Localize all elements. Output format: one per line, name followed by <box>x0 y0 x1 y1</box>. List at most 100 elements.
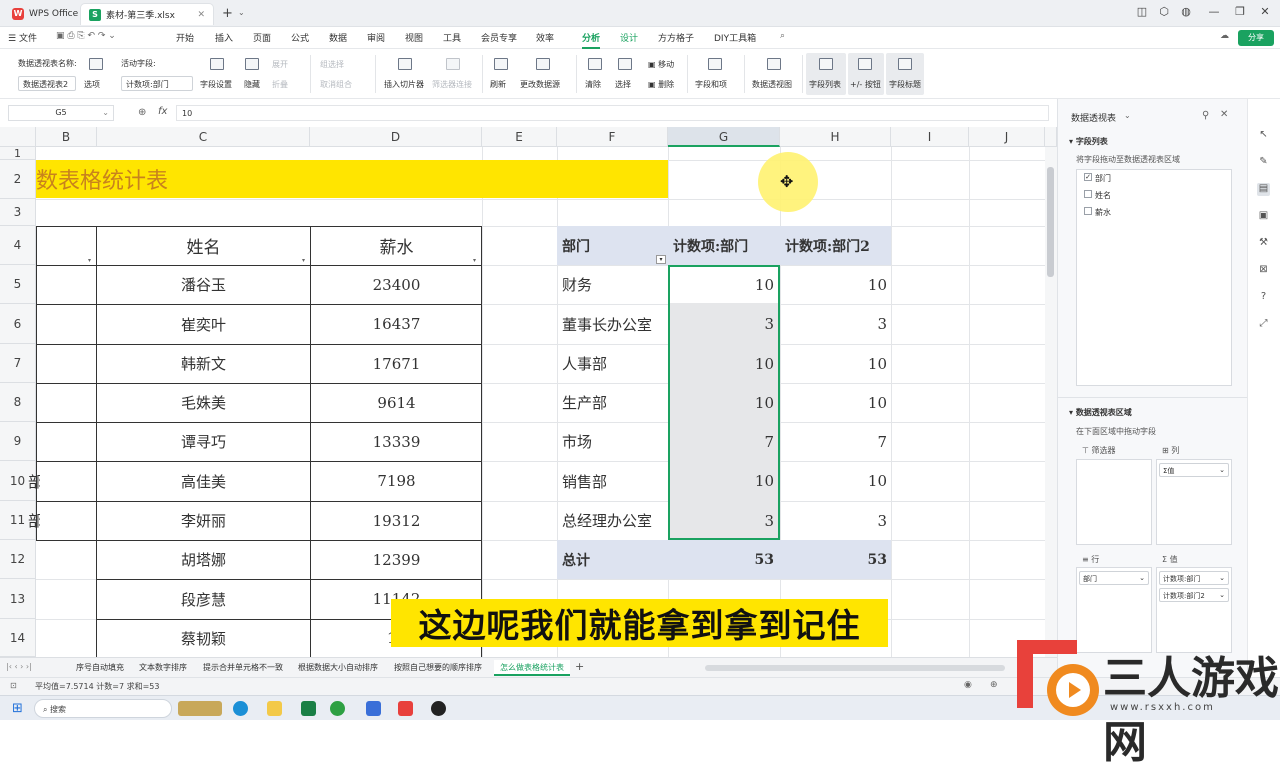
add-sheet-button[interactable]: + <box>575 660 584 673</box>
fields-items-button[interactable]: 字段和项 <box>695 79 727 90</box>
fields-items-icon[interactable] <box>708 58 722 70</box>
cursor-icon[interactable]: ↖ <box>1257 129 1270 142</box>
plus-minus-icon[interactable] <box>858 58 872 70</box>
pivot-row-count2[interactable]: 10 <box>780 344 891 383</box>
filter-dropdown-icon[interactable]: ▾ <box>473 257 476 264</box>
row-header-2[interactable]: 2 <box>0 160 36 199</box>
name-cell[interactable]: 高佳美 <box>97 461 310 501</box>
layout-icon[interactable]: ◫ <box>1133 5 1151 21</box>
pivot-row-count2[interactable]: 10 <box>780 461 891 501</box>
hide-button[interactable]: 隐藏 <box>244 79 260 90</box>
pivot-header-count2[interactable]: 计数项:部门2 <box>780 226 891 265</box>
name-cell[interactable]: 谭寻巧 <box>97 422 310 461</box>
salary-cell[interactable]: 7198 <box>311 461 482 501</box>
menu-file[interactable]: ☰ 文件 <box>8 31 37 44</box>
pane-title-chevron-icon[interactable]: ⌄ <box>1124 111 1131 120</box>
pivot-row-count2[interactable]: 7 <box>780 422 891 461</box>
pivot-pane-icon[interactable]: ▤ <box>1257 183 1270 196</box>
sheet-tab[interactable]: 按照自己想要的顺序排序 <box>388 660 488 676</box>
refresh-button[interactable]: 刷新 <box>490 79 506 90</box>
menu-item-data[interactable]: 数据 <box>329 31 347 44</box>
search-icon[interactable]: ⌕ <box>780 31 785 41</box>
pivot-row-count2[interactable]: 3 <box>780 304 891 344</box>
select-button[interactable]: 选择 <box>615 79 631 90</box>
file-explorer-icon[interactable] <box>267 701 282 716</box>
recorder-icon[interactable] <box>431 701 446 716</box>
menu-item-view[interactable]: 视图 <box>405 31 423 44</box>
row-header-7[interactable]: 7 <box>0 344 36 383</box>
menu-item-fangfang[interactable]: 方方格子 <box>658 31 694 44</box>
name-cell[interactable]: 段彦慧 <box>97 579 310 619</box>
col-header-f[interactable]: F <box>557 127 668 147</box>
sheet-title[interactable]: 数表格统计表 <box>36 160 436 198</box>
app-icon[interactable] <box>330 701 345 716</box>
menu-item-analyze[interactable]: 分析 <box>582 31 601 49</box>
expand-panel-icon[interactable]: ⤢ <box>1257 318 1270 331</box>
pin-icon[interactable]: ⚲ <box>1202 110 1209 121</box>
formula-input[interactable]: 10 <box>176 105 1049 121</box>
pivot-row-dept[interactable]: 董事长办公室 <box>557 304 668 344</box>
horizontal-scrollbar-thumb[interactable] <box>705 665 1005 671</box>
menu-item-review[interactable]: 审阅 <box>367 31 385 44</box>
dept-cell-fragment[interactable]: 部 <box>28 501 40 540</box>
field-settings-icon[interactable] <box>210 58 224 70</box>
pivot-total-label[interactable]: 总计 <box>557 540 668 579</box>
pivot-filter-dropdown-icon[interactable]: ▾ <box>656 255 666 264</box>
share-panel-icon[interactable]: ⊠ <box>1257 264 1270 277</box>
clear-icon[interactable] <box>588 58 602 70</box>
hide-icon[interactable] <box>245 58 259 70</box>
select-icon[interactable] <box>618 58 632 70</box>
col-header-d[interactable]: D <box>310 127 482 147</box>
header-name[interactable]: 姓名 <box>97 226 310 265</box>
pivot-header-dept[interactable]: 部门 <box>557 226 668 265</box>
collapse-button[interactable]: 折叠 <box>272 79 288 90</box>
name-cell[interactable]: 韩新文 <box>97 344 310 383</box>
pivot-total-count1[interactable]: 53 <box>668 540 778 579</box>
field-settings-button[interactable]: 字段设置 <box>200 79 232 90</box>
quick-access-icons[interactable]: ▣ ⎙ ⎘ ↶ ↷ ⌄ <box>56 31 116 41</box>
fx-icon[interactable]: fx <box>158 106 167 117</box>
salary-cell[interactable]: 13339 <box>311 422 482 461</box>
menu-item-home[interactable]: 开始 <box>176 31 194 44</box>
rows-area-item[interactable]: 部门 ⌄ <box>1079 571 1149 585</box>
share-button[interactable]: 分享 <box>1238 30 1274 46</box>
col-header-e[interactable]: E <box>482 127 557 147</box>
change-source-icon[interactable] <box>536 58 550 70</box>
group-select-button[interactable]: 组选择 <box>320 59 344 70</box>
expand-button[interactable]: 展开 <box>272 59 288 70</box>
row-header-5[interactable]: 5 <box>0 265 36 304</box>
pivot-row-count1[interactable]: 10 <box>668 383 778 422</box>
refresh-icon[interactable] <box>494 58 508 70</box>
cloud-icon[interactable]: ☁ <box>1220 31 1229 41</box>
tab-wps-office[interactable]: W WPS Office <box>4 3 86 25</box>
pane-close-icon[interactable]: ✕ <box>1220 109 1228 120</box>
taskbar-search[interactable]: ⌕ 搜索 <box>34 699 172 718</box>
minimize-icon[interactable]: — <box>1205 5 1223 21</box>
row-header-8[interactable]: 8 <box>0 383 36 422</box>
name-cell[interactable]: 胡塔娜 <box>97 540 310 579</box>
macro-icon[interactable]: ⊡ <box>10 681 17 690</box>
options-icon[interactable] <box>89 58 103 70</box>
sheet-tab[interactable]: 序号自动填充 <box>70 660 130 676</box>
row-header-4[interactable]: 4 <box>0 226 36 265</box>
salary-cell[interactable]: 16437 <box>311 304 482 344</box>
row-header-3[interactable]: 3 <box>0 199 36 226</box>
field-list-section[interactable]: ▾ 字段列表 <box>1069 136 1108 147</box>
sheet-nav-arrows[interactable]: |‹ ‹ › ›| <box>6 662 32 671</box>
pivot-header-count1[interactable]: 计数项:部门 <box>668 226 780 265</box>
row-header-14[interactable]: 14 <box>0 619 36 657</box>
name-cell[interactable]: 崔奕叶 <box>97 304 310 344</box>
salary-cell[interactable]: 9614 <box>311 383 482 422</box>
name-cell[interactable]: 潘谷玉 <box>97 265 310 304</box>
menu-item-design[interactable]: 设计 <box>620 31 638 44</box>
name-box-chevron-icon[interactable]: ⌄ <box>102 106 109 120</box>
style-icon[interactable]: ✎ <box>1257 156 1270 169</box>
areas-section[interactable]: ▾ 数据透视表区域 <box>1069 407 1132 418</box>
change-source-button[interactable]: 更改数据源 <box>520 79 560 90</box>
vertical-scrollbar-thumb[interactable] <box>1047 167 1054 277</box>
field-list-button[interactable]: 字段列表 <box>809 79 841 90</box>
pivot-row-dept[interactable]: 生产部 <box>557 383 668 422</box>
sheet-tab[interactable]: 提示合并单元格不一致 <box>197 660 289 676</box>
menu-item-diy[interactable]: DIY工具箱 <box>714 31 756 44</box>
filter-connection-icon[interactable] <box>446 58 460 70</box>
